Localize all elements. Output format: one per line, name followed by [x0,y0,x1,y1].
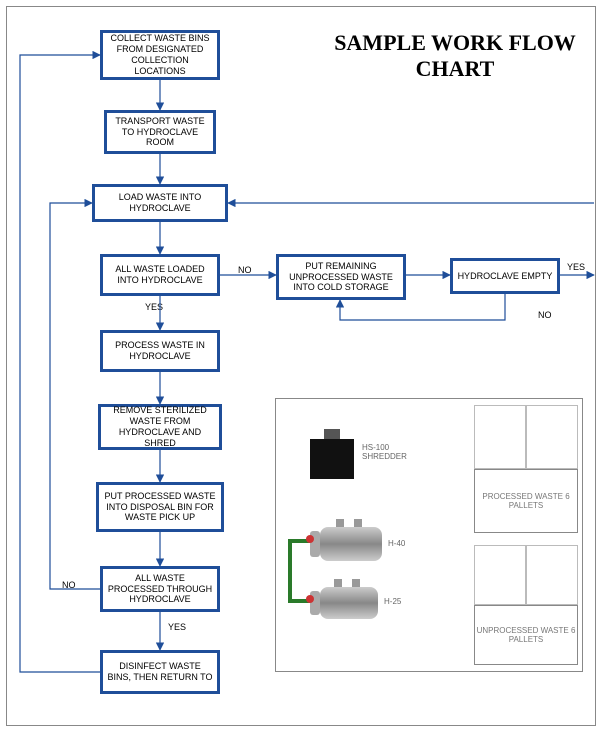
node-all-processed: ALL WASTE PROCESSED THROUGH HYDROCLAVE [100,566,220,612]
pallet-processed: PROCESSED WASTE 6 PALLETS [474,469,578,533]
node-process: PROCESS WASTE IN HYDROCLAVE [100,330,220,372]
flowchart-canvas: SAMPLE WORK FLOW CHART COLLECT WASTE BIN… [0,0,600,730]
page-title: SAMPLE WORK FLOW CHART [330,30,580,83]
node-remove: REMOVE STERILIZED WASTE FROM HYDROCLAVE … [98,404,222,450]
label-h40: H-40 [388,539,405,548]
label-empty-yes: YES [567,262,585,272]
node-load: LOAD WASTE INTO HYDROCLAVE [92,184,228,222]
label-all-proc-no: NO [62,580,76,590]
label-h25: H-25 [384,597,401,606]
node-hydroclave-empty: HYDROCLAVE EMPTY [450,258,560,294]
label-empty-no: NO [538,310,552,320]
label-all-loaded-yes: YES [145,302,163,312]
node-disinfect: DISINFECT WASTE BINS, THEN RETURN TO [100,650,220,694]
label-all-loaded-no: NO [238,265,252,275]
title-line-1: SAMPLE WORK FLOW [334,30,576,55]
pallet-unprocessed: UNPROCESSED WASTE 6 PALLETS [474,605,578,665]
machine-h25 [320,587,378,619]
node-disposal: PUT PROCESSED WASTE INTO DISPOSAL BIN FO… [96,482,224,532]
machine-shredder [310,439,354,479]
title-line-2: CHART [416,56,495,81]
node-all-loaded: ALL WASTE LOADED INTO HYDROCLAVE [100,254,220,296]
label-all-proc-yes: YES [168,622,186,632]
label-shredder: HS-100 SHREDDER [362,443,432,461]
node-cold-storage: PUT REMAINING UNPROCESSED WASTE INTO COL… [276,254,406,300]
node-transport: TRANSPORT WASTE TO HYDROCLAVE ROOM [104,110,216,154]
machine-h40 [320,527,382,561]
equipment-diagram: PROCESSED WASTE 6 PALLETS UNPROCESSED WA… [275,398,583,672]
node-collect: COLLECT WASTE BINS FROM DESIGNATED COLLE… [100,30,220,80]
